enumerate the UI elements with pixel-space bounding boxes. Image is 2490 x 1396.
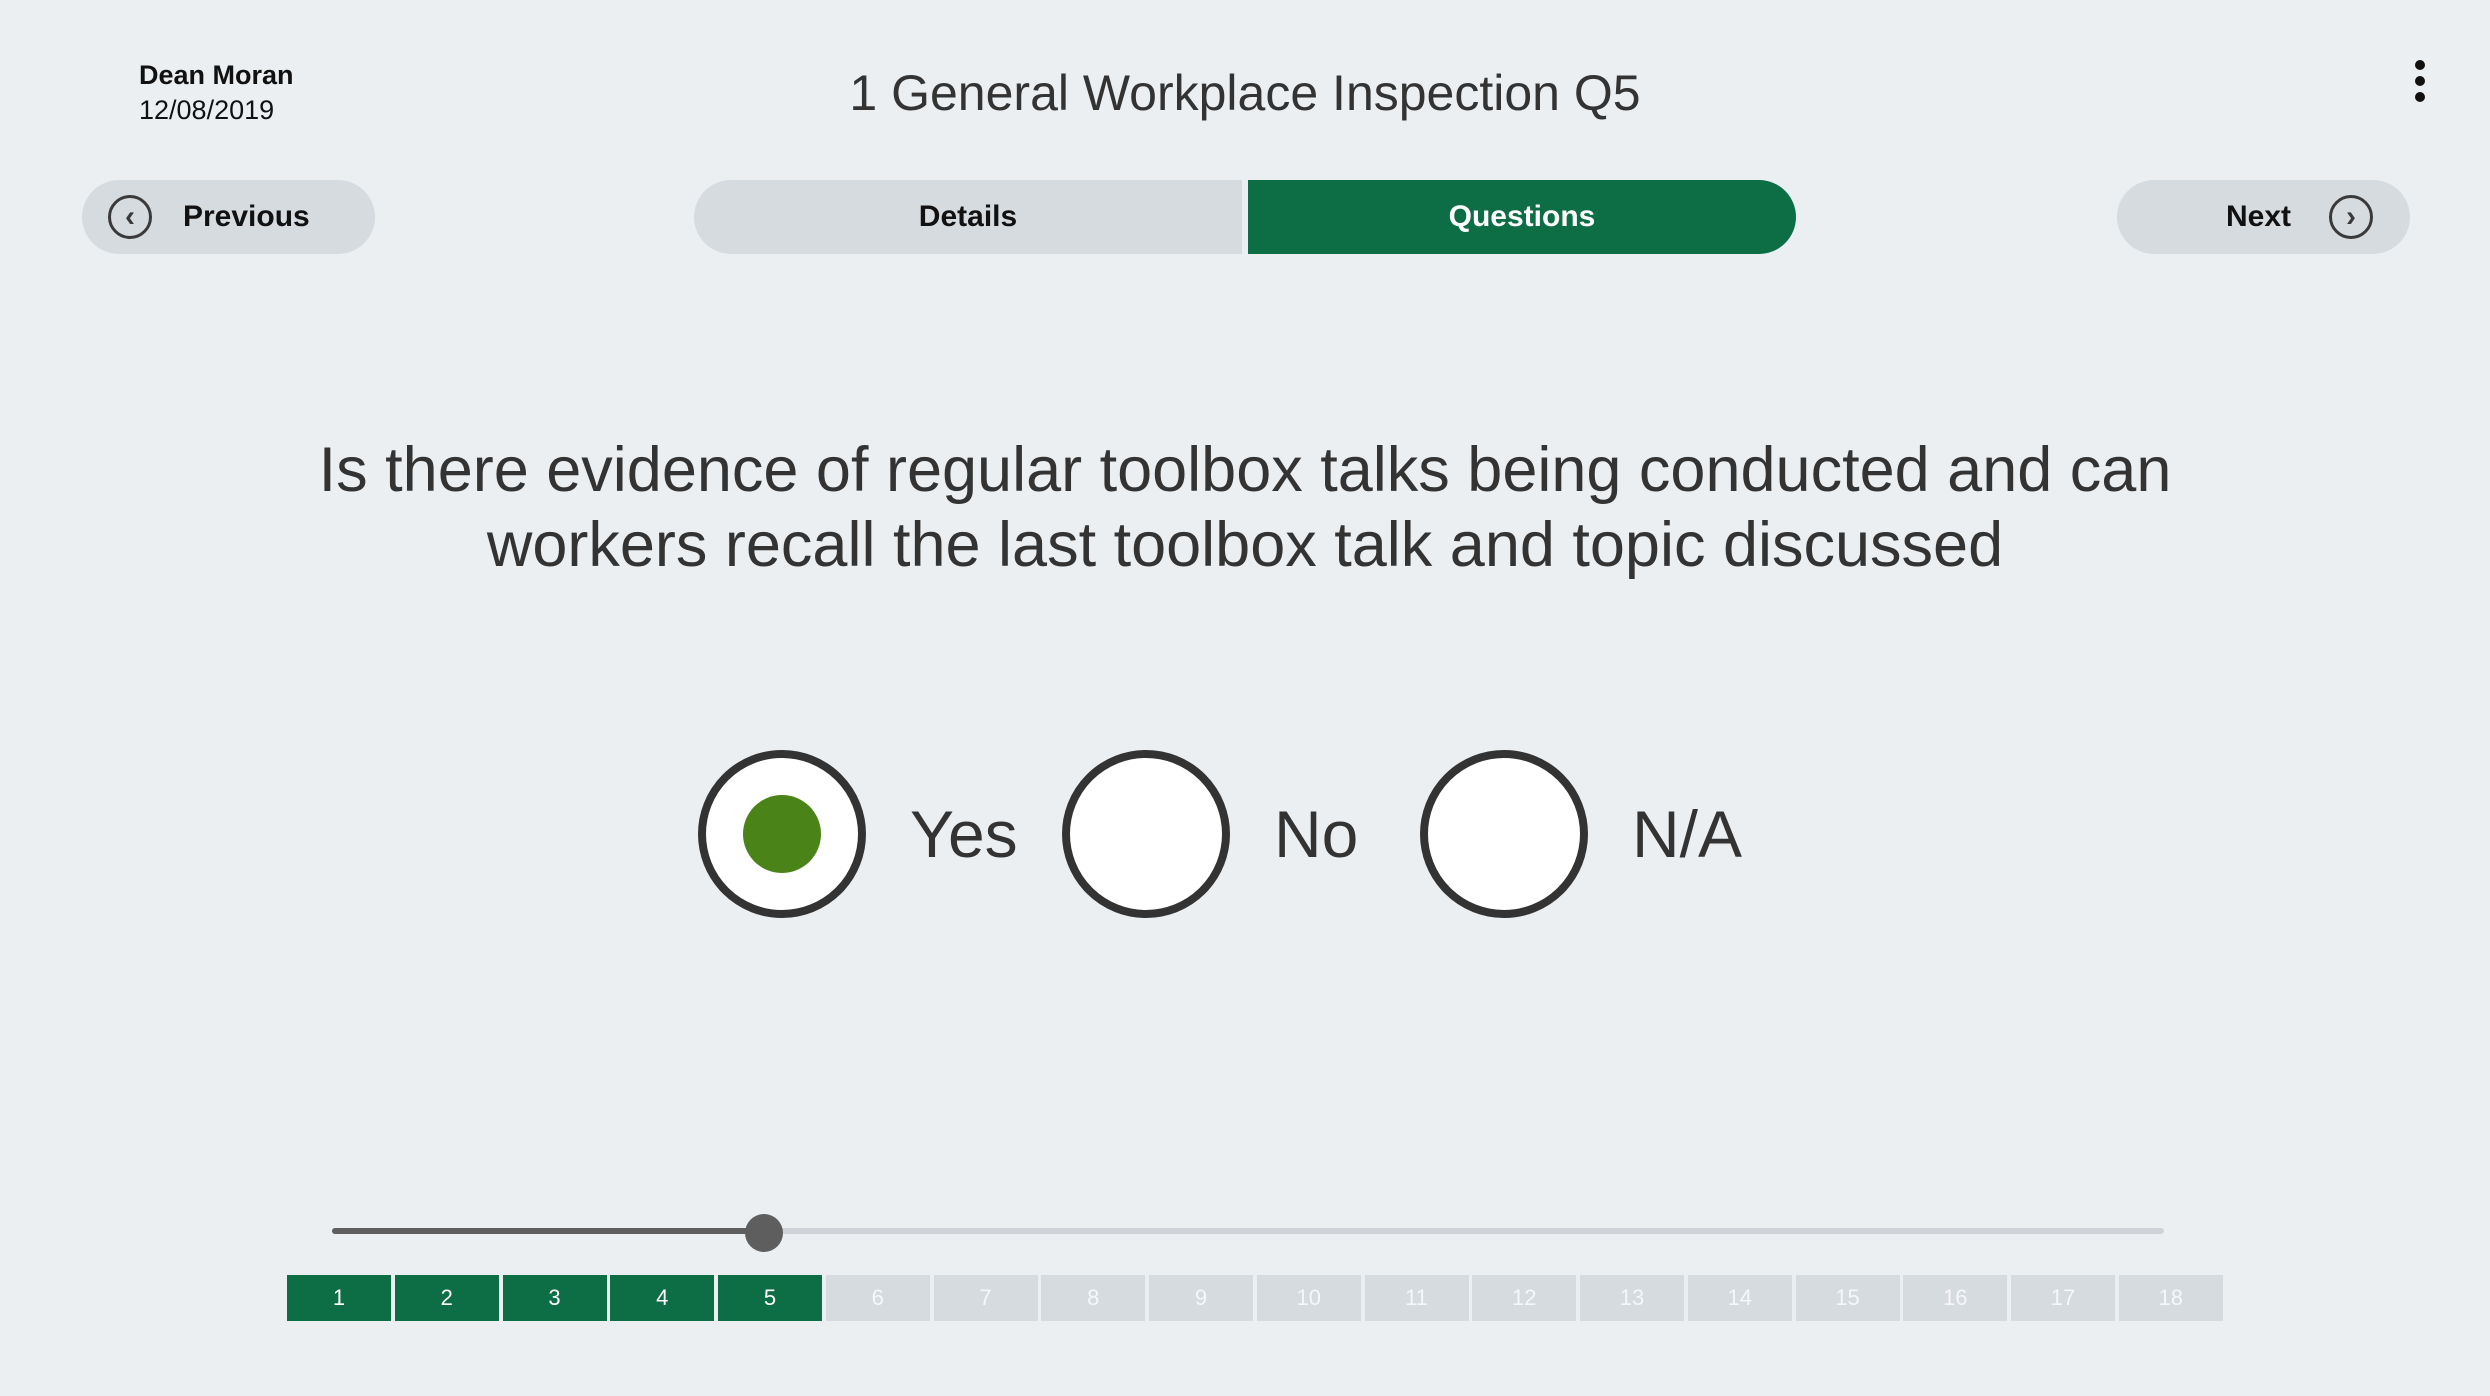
more-options-icon[interactable] [2408, 60, 2432, 108]
radio-selected-dot [743, 795, 821, 873]
step-11[interactable]: 11 [1364, 1275, 1469, 1321]
tab-details[interactable]: Details [694, 180, 1242, 254]
previous-button[interactable]: ‹ Previous [82, 180, 375, 254]
next-label: Next [2225, 200, 2291, 233]
chevron-right-icon: › [2329, 195, 2373, 239]
step-4[interactable]: 4 [610, 1275, 715, 1321]
previous-label: Previous [183, 200, 310, 233]
step-12[interactable]: 12 [1472, 1275, 1577, 1321]
tab-questions[interactable]: Questions [1248, 180, 1796, 254]
step-9[interactable]: 9 [1149, 1275, 1253, 1321]
step-10[interactable]: 10 [1256, 1275, 1361, 1321]
step-1[interactable]: 1 [287, 1275, 391, 1321]
step-7[interactable]: 7 [933, 1275, 1038, 1321]
tab-details-label: Details [918, 200, 1018, 233]
step-15[interactable]: 15 [1795, 1275, 1900, 1321]
radio-no[interactable] [1062, 750, 1230, 918]
user-info: Dean Moran 12/08/2019 [139, 58, 294, 128]
radio-na[interactable] [1420, 750, 1588, 918]
step-13[interactable]: 13 [1580, 1275, 1684, 1321]
inspection-date: 12/08/2019 [139, 95, 275, 125]
page-title: 1 General Workplace Inspection Q5 [849, 65, 1641, 121]
step-16[interactable]: 16 [1903, 1275, 2008, 1321]
step-8[interactable]: 8 [1041, 1275, 1146, 1321]
option-yes[interactable]: Yes [698, 750, 1018, 918]
option-na[interactable]: N/A [1420, 750, 1742, 918]
progress-slider-thumb[interactable] [745, 1214, 783, 1252]
option-yes-label: Yes [910, 797, 1018, 871]
user-name: Dean Moran [139, 60, 294, 90]
option-no-label: No [1274, 797, 1359, 871]
step-3[interactable]: 3 [502, 1275, 607, 1321]
step-5[interactable]: 5 [718, 1275, 822, 1321]
step-17[interactable]: 17 [2011, 1275, 2115, 1321]
chevron-left-icon: ‹ [108, 195, 152, 239]
tab-questions-label: Questions [1448, 200, 1596, 233]
question-text: Is there evidence of regular toolbox tal… [318, 435, 2172, 580]
step-6[interactable]: 6 [825, 1275, 930, 1321]
next-button[interactable]: Next › [2117, 180, 2410, 254]
question-steps: 1 2 3 4 5 6 7 8 9 10 11 12 13 14 15 16 1… [287, 1275, 2227, 1321]
option-na-label: N/A [1632, 797, 1743, 871]
step-2[interactable]: 2 [394, 1275, 499, 1321]
step-14[interactable]: 14 [1687, 1275, 1792, 1321]
step-18[interactable]: 18 [2118, 1275, 2223, 1321]
progress-slider-fill [332, 1228, 764, 1234]
option-no[interactable]: No [1062, 750, 1358, 918]
radio-yes[interactable] [698, 750, 866, 918]
